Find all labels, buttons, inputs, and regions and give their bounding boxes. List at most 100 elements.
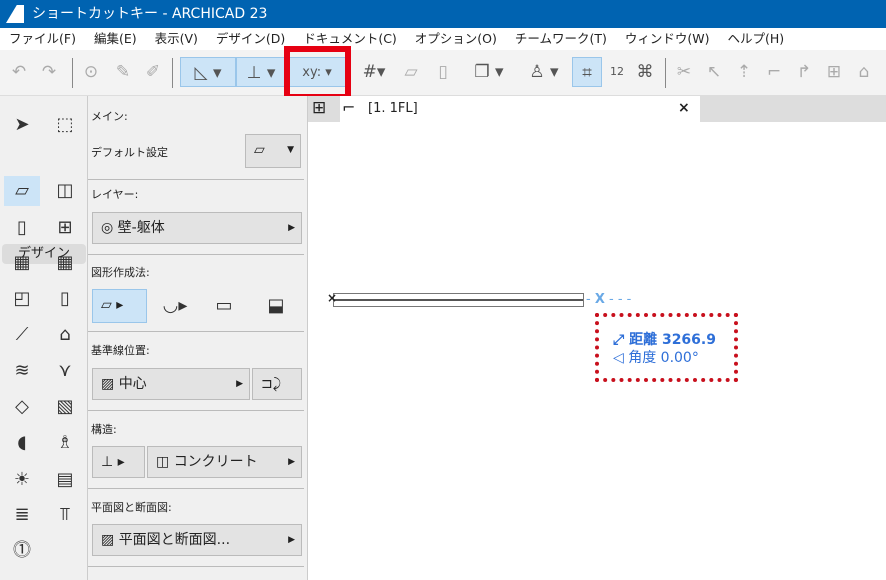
- angle-value[interactable]: 0.00°: [661, 350, 699, 366]
- find-select-icon[interactable]: ⊙: [80, 57, 102, 87]
- skylight-tool-icon[interactable]: ▦: [4, 248, 40, 278]
- layer-combination-icon[interactable]: ❐ ▾: [465, 57, 513, 87]
- toolbar-separator: [172, 58, 173, 88]
- tracker-highlight-box: ⤢ 距離 3266.9 ◁ 角度 0.00°: [595, 313, 738, 382]
- chevron-right-icon: ▶: [288, 457, 295, 467]
- building-material-selector[interactable]: ◫ コンクリート ▶: [147, 446, 302, 478]
- stair-tool-icon[interactable]: ≣: [4, 500, 40, 530]
- construction-grid-icon[interactable]: ▱: [400, 57, 422, 87]
- tab-label: [1. 1FL]: [368, 101, 418, 116]
- menu-teamwork[interactable]: チームワーク(T): [506, 28, 616, 50]
- floor-plan-section-label: 平面図と断面図:: [91, 501, 172, 514]
- fillet-icon[interactable]: ⌐: [763, 57, 785, 87]
- default-settings-label: デフォルト設定: [91, 146, 168, 159]
- resize-icon[interactable]: ⊞: [823, 57, 845, 87]
- divider: [88, 566, 304, 567]
- redo-icon[interactable]: ↷: [38, 57, 60, 87]
- undo-icon[interactable]: ↶: [8, 57, 30, 87]
- standard-toolbar: ↶ ↷ ⊙ ✎ ✐ ◺ ▾ ⊥ ▾ xy: ▾ #▾ ▱ ▯ ❐ ▾ ♙ ▾ ⌗…: [0, 50, 886, 96]
- default-settings-button[interactable]: ▱ ▼: [245, 134, 301, 168]
- distance-value[interactable]: 3266.9: [662, 332, 716, 348]
- guide-lines-button[interactable]: ◺ ▾: [180, 57, 236, 87]
- object-chair-tool-icon[interactable]: ♗: [47, 428, 83, 458]
- flip-reference-button[interactable]: ⊐⤸: [252, 368, 302, 400]
- split-icon[interactable]: ✂: [673, 57, 695, 87]
- column-tool-icon[interactable]: ▯: [47, 284, 83, 314]
- geometry-straight-button[interactable]: ▱ ▸: [92, 289, 147, 323]
- wall-element[interactable]: [333, 293, 584, 307]
- snap-guides-button[interactable]: ⊥ ▾: [236, 57, 286, 87]
- geometry-chained-icon[interactable]: ▭: [206, 291, 242, 321]
- geometry-rectangle-icon[interactable]: ⬓: [258, 291, 294, 321]
- material-icon: ◫: [156, 454, 174, 470]
- arrow-tool-icon[interactable]: ➤: [4, 110, 40, 140]
- sun-study-icon[interactable]: ▯: [432, 57, 454, 87]
- geometry-method-label: 図形作成法:: [91, 266, 150, 279]
- menu-design[interactable]: デザイン(D): [207, 28, 294, 50]
- tab-overview-icon[interactable]: ⊞: [312, 98, 326, 118]
- roof-trim-icon[interactable]: ⌂: [853, 57, 875, 87]
- curtain-wall-tool-icon[interactable]: ◫: [47, 176, 83, 206]
- layer-selector[interactable]: ◎ 壁-躯体 ▶: [92, 212, 302, 244]
- corner-window-tool-icon[interactable]: ◰: [4, 284, 40, 314]
- archicad-logo-icon: [6, 5, 24, 23]
- window-tool-icon[interactable]: ⊞: [47, 213, 83, 243]
- menu-help[interactable]: ヘルプ(H): [719, 28, 794, 50]
- roof-tool-icon[interactable]: ⌂: [47, 320, 83, 350]
- grid-snap-icon[interactable]: #▾: [352, 57, 396, 87]
- angle-icon: ◁: [613, 350, 629, 366]
- tab-close-icon[interactable]: ×: [678, 100, 690, 116]
- pick-up-eyedropper-icon[interactable]: ✎: [112, 57, 134, 87]
- mesh-tool-icon[interactable]: ▧: [47, 392, 83, 422]
- wall-preview-icon: ▱: [254, 142, 265, 158]
- toolbar-separator: [665, 58, 666, 88]
- flip-icon: ⊐⤸: [261, 376, 282, 392]
- slab-tool-icon[interactable]: ◇: [4, 392, 40, 422]
- menu-edit[interactable]: 編集(E): [85, 28, 146, 50]
- curtain-panel-tool-icon[interactable]: ▦: [47, 248, 83, 278]
- beam-tool-icon[interactable]: ⟋: [4, 320, 40, 350]
- grid-element-tool-icon[interactable]: ⓵: [4, 536, 40, 566]
- wall-tool-icon[interactable]: ▱: [4, 176, 40, 206]
- chevron-right-icon: ▶: [236, 379, 243, 389]
- lamp-tool-icon[interactable]: ☀: [4, 465, 40, 495]
- reference-line-value: 中心: [118, 376, 147, 392]
- start-point-marker-icon: ×: [327, 291, 338, 305]
- offset-icon[interactable]: ⇡: [733, 57, 755, 87]
- shell-tool-icon[interactable]: ⋎: [47, 356, 83, 386]
- chevron-right-icon: ▶: [288, 223, 295, 233]
- inject-syringe-icon[interactable]: ✐: [142, 57, 164, 87]
- adjust-icon[interactable]: ↖: [703, 57, 725, 87]
- geometry-curved-icon[interactable]: ◡▸: [152, 291, 198, 321]
- menu-bar: ファイル(F) 編集(E) 表示(V) デザイン(D) ドキュメント(C) オプ…: [0, 28, 886, 50]
- floor-plan-section-button[interactable]: ▨ 平面図と断面図... ▶: [92, 524, 302, 556]
- window-title: ショートカットキー - ARCHICAD 23: [32, 6, 268, 22]
- menu-window[interactable]: ウィンドウ(W): [616, 28, 719, 50]
- divider: [88, 488, 304, 489]
- floor-plan-icon: ⌐: [342, 98, 356, 117]
- slab-stack-tool-icon[interactable]: ≋: [4, 356, 40, 386]
- structure-label: 構造:: [91, 423, 117, 436]
- dimension-display-icon[interactable]: ⌗: [572, 57, 602, 87]
- toolbar-separator: [72, 58, 73, 88]
- menu-options[interactable]: オプション(O): [406, 28, 506, 50]
- trace-icon[interactable]: ⌘: [634, 57, 656, 87]
- layer-value: 壁-躯体: [117, 220, 165, 236]
- axis-guide: - X - - -: [586, 292, 632, 307]
- morph-tool-icon[interactable]: ◖: [4, 428, 40, 458]
- tab-floor-plan[interactable]: ⌐ [1. 1FL] ×: [340, 96, 700, 122]
- marquee-tool-icon[interactable]: ⬚: [47, 110, 83, 140]
- menu-view[interactable]: 表示(V): [146, 28, 207, 50]
- gravity-icon[interactable]: ♙ ▾: [520, 57, 568, 87]
- menu-file[interactable]: ファイル(F): [0, 28, 85, 50]
- structure-type-button[interactable]: ⊥ ▸: [92, 446, 145, 478]
- reference-line-selector[interactable]: ▨ 中心 ▶: [92, 368, 250, 400]
- zone-tool-icon[interactable]: ▤: [47, 465, 83, 495]
- door-tool-icon[interactable]: ▯: [4, 213, 40, 243]
- material-value: コンクリート: [173, 454, 258, 470]
- ruler-icon[interactable]: 12: [604, 57, 630, 87]
- curve-edge-icon[interactable]: ↱: [793, 57, 815, 87]
- basic-structure-icon: ⊥ ▸: [101, 454, 125, 470]
- railing-tool-icon[interactable]: ⫪: [47, 500, 83, 530]
- divider: [88, 179, 304, 180]
